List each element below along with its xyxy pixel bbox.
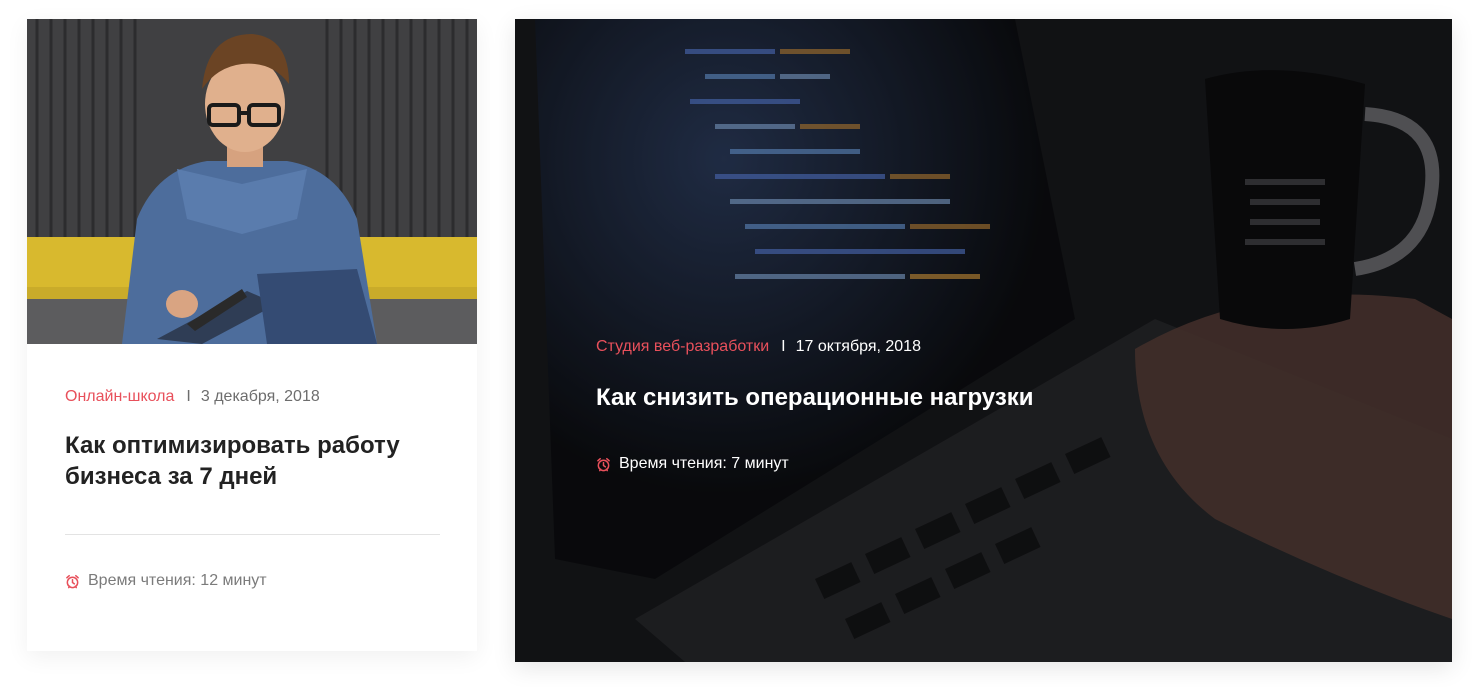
alarm-clock-icon — [596, 457, 611, 472]
meta-separator: I — [186, 388, 191, 405]
reading-time-label: Время чтения: 12 минут — [88, 572, 267, 589]
article-card[interactable]: Онлайн-школа I 3 декабря, 2018 Как оптимиз… — [27, 19, 477, 651]
reading-time-label: Время чтения: 7 минут — [619, 455, 789, 472]
reading-time: Время чтения: 12 минут — [65, 572, 267, 590]
article-title[interactable]: Как снизить операционные нагрузки — [596, 382, 1376, 413]
article-title[interactable]: Как оптимизировать работу бизнеса за 7 д… — [65, 430, 445, 492]
meta-separator: I — [781, 338, 786, 355]
alarm-clock-icon — [65, 574, 80, 589]
reading-time: Время чтения: 7 минут — [596, 455, 789, 473]
article-photo-man-writing — [27, 19, 477, 344]
card-divider — [65, 534, 440, 535]
article-date: 17 октября, 2018 — [795, 338, 921, 355]
article-date: 3 декабря, 2018 — [200, 388, 320, 405]
article-category[interactable]: Онлайн-школа — [65, 388, 174, 405]
article-category[interactable]: Студия веб-разработки — [596, 338, 769, 355]
blog-grid: Онлайн-школа I 3 декабря, 2018 Как оптимиз… — [0, 0, 1472, 687]
featured-article-card[interactable]: Студия веб-разработки I 17 октября, 2018 К… — [515, 19, 1452, 662]
article-image[interactable] — [27, 19, 477, 344]
article-meta: Онлайн-школа I 3 декабря, 2018 — [65, 388, 320, 406]
article-meta: Студия веб-разработки I 17 октября, 2018 — [596, 338, 921, 356]
